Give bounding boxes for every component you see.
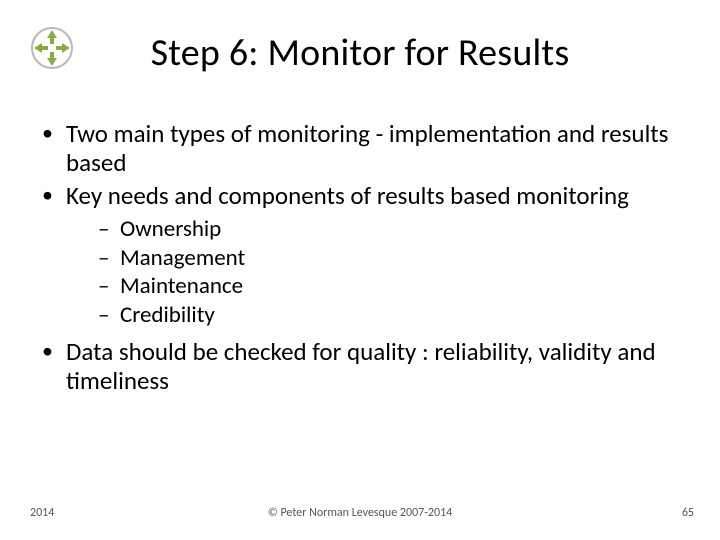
sub-bullet-item: Ownership (98, 216, 682, 242)
slide: Step 6: Monitor for Results Two main typ… (0, 0, 720, 540)
bullet-item-text: Key needs and components of results base… (66, 180, 629, 211)
bullet-item: Two main types of monitoring - implement… (38, 120, 682, 178)
sub-bullet-item: Maintenance (98, 273, 682, 299)
bullet-list: Two main types of monitoring - implement… (38, 120, 682, 396)
slide-title: Step 6: Monitor for Results (0, 30, 720, 76)
bullet-item: Key needs and components of results base… (38, 182, 682, 329)
bullet-item: Data should be checked for quality : rel… (38, 338, 682, 396)
sub-bullet-item: Management (98, 245, 682, 271)
footer-copyright: © Peter Norman Levesque 2007-2014 (0, 506, 720, 520)
sub-bullet-item: Credibility (98, 302, 682, 328)
footer-page-number: 65 (682, 506, 694, 520)
slide-footer: 2014 © Peter Norman Levesque 2007-2014 6… (0, 506, 720, 526)
slide-body: Two main types of monitoring - implement… (38, 120, 682, 400)
sub-bullet-list: Ownership Management Maintenance Credibi… (66, 216, 682, 328)
